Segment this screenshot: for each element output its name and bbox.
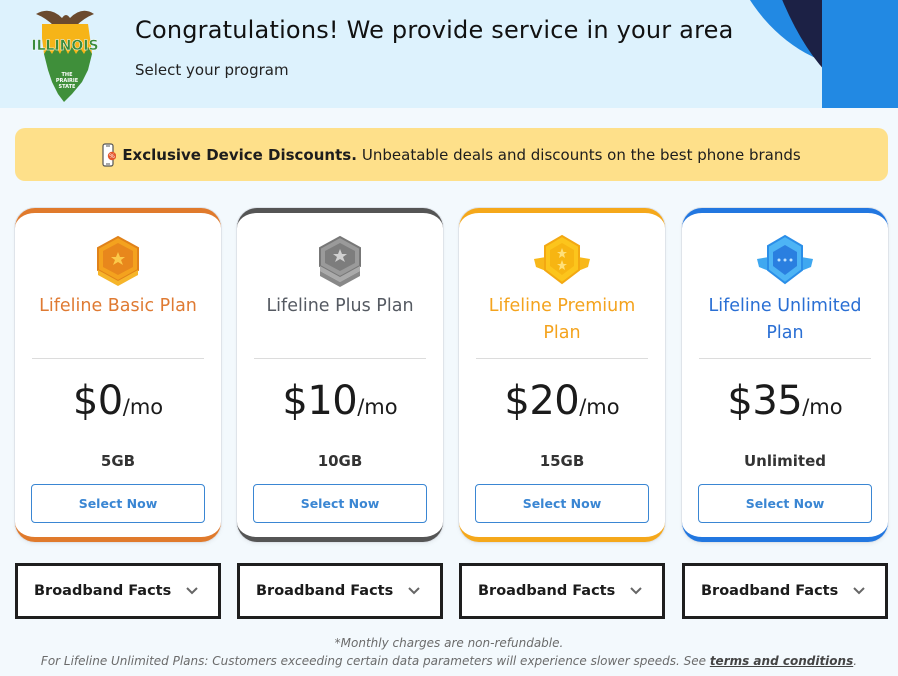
divider — [699, 358, 871, 359]
page-subtitle: Select your program — [135, 61, 289, 79]
plan-name: Lifeline Basic Plan — [39, 296, 197, 316]
chevron-down-icon — [186, 587, 198, 595]
broadband-facts-label: Broadband Facts — [478, 583, 616, 599]
chevron-down-icon — [630, 587, 642, 595]
phone-discount-icon: % — [102, 142, 117, 167]
plan-name: Lifeline Unlimited Plan — [708, 296, 862, 343]
plan-name: Lifeline Premium Plan — [488, 296, 636, 343]
plan-price: $10/mo — [282, 378, 398, 424]
select-now-button[interactable]: Select Now — [475, 484, 649, 523]
footer-note-text: For Lifeline Unlimited Plans: Customers … — [40, 654, 710, 668]
illinois-logo: ILLINOIS THE PRAIRIE STATE — [31, 10, 99, 102]
plan-data: 15GB — [539, 452, 585, 470]
broadband-facts-label: Broadband Facts — [256, 583, 394, 599]
divider — [476, 358, 648, 359]
select-now-button[interactable]: Select Now — [698, 484, 872, 523]
broadband-facts-label: Broadband Facts — [701, 583, 839, 599]
footer-note-unlimited: For Lifeline Unlimited Plans: Customers … — [0, 654, 898, 668]
header: ILLINOIS THE PRAIRIE STATE Congratulatio… — [0, 0, 898, 108]
divider — [32, 358, 204, 359]
terms-link[interactable]: terms and conditions — [710, 654, 853, 668]
gold-badge-icon — [534, 234, 590, 285]
plan-data: Unlimited — [744, 452, 826, 470]
broadband-facts-label: Broadband Facts — [34, 583, 172, 599]
promo-bold-text: Exclusive Device Discounts. — [122, 145, 357, 164]
divider — [254, 358, 426, 359]
broadband-facts-toggle[interactable]: Broadband Facts — [682, 563, 888, 619]
broadband-facts-toggle[interactable]: Broadband Facts — [237, 563, 443, 619]
plan-card-plus: Lifeline Plus Plan $10/mo 10GB Select No… — [237, 208, 443, 542]
broadband-facts-toggle[interactable]: Broadband Facts — [459, 563, 665, 619]
promo-banner[interactable]: % Exclusive Device Discounts. Unbeatable… — [15, 128, 888, 181]
plan-price: $0/mo — [72, 378, 164, 424]
plan-data: 10GB — [317, 452, 363, 470]
footer-note-refund: *Monthly charges are non-refundable. — [334, 636, 564, 650]
page-title: Congratulations! We provide service in y… — [135, 16, 734, 44]
silver-badge-icon — [319, 235, 361, 287]
svg-text:%: % — [109, 153, 115, 160]
bronze-badge-icon — [97, 235, 139, 286]
diamond-badge-icon — [757, 234, 813, 285]
plan-card-unlimited: Lifeline Unlimited Plan $35/mo Unlimited… — [682, 208, 888, 542]
select-now-button[interactable]: Select Now — [31, 484, 205, 523]
plan-price: $35/mo — [727, 378, 843, 424]
logo-state-text: ILLINOIS — [31, 38, 98, 54]
broadband-facts-toggle[interactable]: Broadband Facts — [15, 563, 221, 619]
chevron-down-icon — [408, 587, 420, 595]
chevron-down-icon — [853, 587, 865, 595]
plan-price: $20/mo — [504, 378, 620, 424]
plan-card-premium: Lifeline Premium Plan $20/mo 15GB Select… — [459, 208, 665, 542]
plan-data: 5GB — [100, 452, 136, 470]
footer-note-end: . — [853, 654, 858, 668]
plan-name: Lifeline Plus Plan — [266, 296, 414, 316]
select-now-button[interactable]: Select Now — [253, 484, 427, 523]
plan-card-basic: Lifeline Basic Plan $0/mo 5GB Select Now — [15, 208, 221, 542]
svg-text:STATE: STATE — [59, 84, 77, 90]
header-decoration — [822, 0, 898, 108]
promo-text: Unbeatable deals and discounts on the be… — [361, 145, 801, 164]
